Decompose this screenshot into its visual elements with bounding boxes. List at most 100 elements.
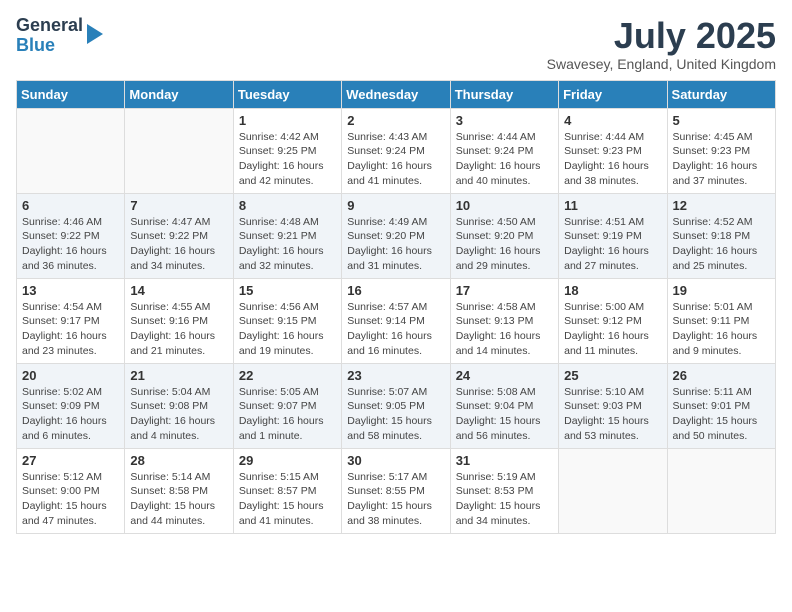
day-number: 17	[456, 283, 553, 298]
calendar-cell: 27Sunrise: 5:12 AM Sunset: 9:00 PM Dayli…	[17, 448, 125, 533]
weekday-header: Tuesday	[233, 80, 341, 108]
page-header: General Blue July 2025 Swavesey, England…	[16, 16, 776, 72]
logo-blue: Blue	[16, 36, 83, 56]
day-info: Sunrise: 4:51 AM Sunset: 9:19 PM Dayligh…	[564, 215, 661, 274]
day-info: Sunrise: 5:10 AM Sunset: 9:03 PM Dayligh…	[564, 385, 661, 444]
day-info: Sunrise: 4:50 AM Sunset: 9:20 PM Dayligh…	[456, 215, 553, 274]
day-info: Sunrise: 5:14 AM Sunset: 8:58 PM Dayligh…	[130, 470, 227, 529]
calendar-table: SundayMondayTuesdayWednesdayThursdayFrid…	[16, 80, 776, 534]
calendar-cell: 31 Sunrise: 5:19 AM Sunset: 8:53 PM Dayli…	[450, 448, 558, 533]
day-number: 28	[130, 453, 227, 468]
calendar-cell: 9Sunrise: 4:49 AM Sunset: 9:20 PM Daylig…	[342, 193, 450, 278]
day-number: 23	[347, 368, 444, 383]
logo: General Blue	[16, 16, 103, 56]
calendar-cell: 20 Sunrise: 5:02 AM Sunset: 9:09 PM Dayli…	[17, 363, 125, 448]
calendar-cell: 1 Sunrise: 4:42 AM Sunset: 9:25 PM Daylig…	[233, 108, 341, 193]
weekday-header: Sunday	[17, 80, 125, 108]
day-info: Sunrise: 5:11 AM Sunset: 9:01 PM Dayligh…	[673, 385, 770, 444]
calendar-week-row: 1 Sunrise: 4:42 AM Sunset: 9:25 PM Daylig…	[17, 108, 776, 193]
day-number: 10	[456, 198, 553, 213]
calendar-cell: 8 Sunrise: 4:48 AM Sunset: 9:21 PM Daylig…	[233, 193, 341, 278]
calendar-cell	[17, 108, 125, 193]
weekday-header: Thursday	[450, 80, 558, 108]
calendar-cell: 6Sunrise: 4:46 AM Sunset: 9:22 PM Daylig…	[17, 193, 125, 278]
day-number: 11	[564, 198, 661, 213]
day-number: 12	[673, 198, 770, 213]
day-number: 5	[673, 113, 770, 128]
calendar-cell: 16 Sunrise: 4:57 AM Sunset: 9:14 PM Dayli…	[342, 278, 450, 363]
day-info: Sunrise: 5:15 AM Sunset: 8:57 PM Dayligh…	[239, 470, 336, 529]
calendar-cell: 5 Sunrise: 4:45 AM Sunset: 9:23 PM Daylig…	[667, 108, 775, 193]
day-info: Sunrise: 5:19 AM Sunset: 8:53 PM Dayligh…	[456, 470, 553, 529]
calendar-cell: 21 Sunrise: 5:04 AM Sunset: 9:08 PM Dayli…	[125, 363, 233, 448]
calendar-cell: 19 Sunrise: 5:01 AM Sunset: 9:11 PM Dayli…	[667, 278, 775, 363]
day-info: Sunrise: 4:44 AM Sunset: 9:23 PM Dayligh…	[564, 130, 661, 189]
calendar-cell	[125, 108, 233, 193]
weekday-header: Wednesday	[342, 80, 450, 108]
day-info: Sunrise: 4:47 AM Sunset: 9:22 PM Dayligh…	[130, 215, 227, 274]
day-info: Sunrise: 5:01 AM Sunset: 9:11 PM Dayligh…	[673, 300, 770, 359]
month-title: July 2025	[547, 16, 776, 56]
day-info: Sunrise: 4:43 AM Sunset: 9:24 PM Dayligh…	[347, 130, 444, 189]
day-info: Sunrise: 5:00 AM Sunset: 9:12 PM Dayligh…	[564, 300, 661, 359]
day-number: 20	[22, 368, 119, 383]
day-number: 31	[456, 453, 553, 468]
calendar-cell: 30 Sunrise: 5:17 AM Sunset: 8:55 PM Dayli…	[342, 448, 450, 533]
day-number: 26	[673, 368, 770, 383]
day-number: 13	[22, 283, 119, 298]
day-info: Sunrise: 4:42 AM Sunset: 9:25 PM Dayligh…	[239, 130, 336, 189]
day-number: 2	[347, 113, 444, 128]
day-number: 19	[673, 283, 770, 298]
calendar-cell: 10 Sunrise: 4:50 AM Sunset: 9:20 PM Dayli…	[450, 193, 558, 278]
calendar-cell: 4 Sunrise: 4:44 AM Sunset: 9:23 PM Daylig…	[559, 108, 667, 193]
day-info: Sunrise: 5:17 AM Sunset: 8:55 PM Dayligh…	[347, 470, 444, 529]
weekday-header: Saturday	[667, 80, 775, 108]
calendar-cell	[667, 448, 775, 533]
day-info: Sunrise: 4:57 AM Sunset: 9:14 PM Dayligh…	[347, 300, 444, 359]
day-number: 8	[239, 198, 336, 213]
calendar-cell: 3Sunrise: 4:44 AM Sunset: 9:24 PM Daylig…	[450, 108, 558, 193]
day-number: 30	[347, 453, 444, 468]
day-info: Sunrise: 4:52 AM Sunset: 9:18 PM Dayligh…	[673, 215, 770, 274]
day-number: 24	[456, 368, 553, 383]
calendar-cell: 18 Sunrise: 5:00 AM Sunset: 9:12 PM Dayli…	[559, 278, 667, 363]
calendar-cell	[559, 448, 667, 533]
weekday-header: Monday	[125, 80, 233, 108]
logo-general: General	[16, 16, 83, 36]
calendar-week-row: 20 Sunrise: 5:02 AM Sunset: 9:09 PM Dayli…	[17, 363, 776, 448]
calendar-cell: 17Sunrise: 4:58 AM Sunset: 9:13 PM Dayli…	[450, 278, 558, 363]
calendar-week-row: 6Sunrise: 4:46 AM Sunset: 9:22 PM Daylig…	[17, 193, 776, 278]
day-info: Sunrise: 4:44 AM Sunset: 9:24 PM Dayligh…	[456, 130, 553, 189]
day-number: 1	[239, 113, 336, 128]
day-number: 15	[239, 283, 336, 298]
calendar-cell: 2 Sunrise: 4:43 AM Sunset: 9:24 PM Daylig…	[342, 108, 450, 193]
day-info: Sunrise: 4:49 AM Sunset: 9:20 PM Dayligh…	[347, 215, 444, 274]
day-info: Sunrise: 5:08 AM Sunset: 9:04 PM Dayligh…	[456, 385, 553, 444]
day-number: 21	[130, 368, 227, 383]
day-info: Sunrise: 5:02 AM Sunset: 9:09 PM Dayligh…	[22, 385, 119, 444]
calendar-cell: 23Sunrise: 5:07 AM Sunset: 9:05 PM Dayli…	[342, 363, 450, 448]
day-info: Sunrise: 4:48 AM Sunset: 9:21 PM Dayligh…	[239, 215, 336, 274]
calendar-cell: 22Sunrise: 5:05 AM Sunset: 9:07 PM Dayli…	[233, 363, 341, 448]
calendar-cell: 24 Sunrise: 5:08 AM Sunset: 9:04 PM Dayli…	[450, 363, 558, 448]
calendar-cell: 26 Sunrise: 5:11 AM Sunset: 9:01 PM Dayli…	[667, 363, 775, 448]
calendar-cell: 11 Sunrise: 4:51 AM Sunset: 9:19 PM Dayli…	[559, 193, 667, 278]
day-number: 4	[564, 113, 661, 128]
calendar-week-row: 27Sunrise: 5:12 AM Sunset: 9:00 PM Dayli…	[17, 448, 776, 533]
day-info: Sunrise: 4:45 AM Sunset: 9:23 PM Dayligh…	[673, 130, 770, 189]
day-info: Sunrise: 4:46 AM Sunset: 9:22 PM Dayligh…	[22, 215, 119, 274]
calendar-cell: 15Sunrise: 4:56 AM Sunset: 9:15 PM Dayli…	[233, 278, 341, 363]
calendar-cell: 25Sunrise: 5:10 AM Sunset: 9:03 PM Dayli…	[559, 363, 667, 448]
day-info: Sunrise: 5:04 AM Sunset: 9:08 PM Dayligh…	[130, 385, 227, 444]
weekday-header: Friday	[559, 80, 667, 108]
logo-text: General Blue	[16, 16, 83, 56]
day-number: 27	[22, 453, 119, 468]
calendar-week-row: 13Sunrise: 4:54 AM Sunset: 9:17 PM Dayli…	[17, 278, 776, 363]
day-number: 16	[347, 283, 444, 298]
day-number: 18	[564, 283, 661, 298]
day-info: Sunrise: 4:55 AM Sunset: 9:16 PM Dayligh…	[130, 300, 227, 359]
calendar-cell: 13Sunrise: 4:54 AM Sunset: 9:17 PM Dayli…	[17, 278, 125, 363]
day-number: 29	[239, 453, 336, 468]
weekday-header-row: SundayMondayTuesdayWednesdayThursdayFrid…	[17, 80, 776, 108]
calendar-cell: 28 Sunrise: 5:14 AM Sunset: 8:58 PM Dayli…	[125, 448, 233, 533]
